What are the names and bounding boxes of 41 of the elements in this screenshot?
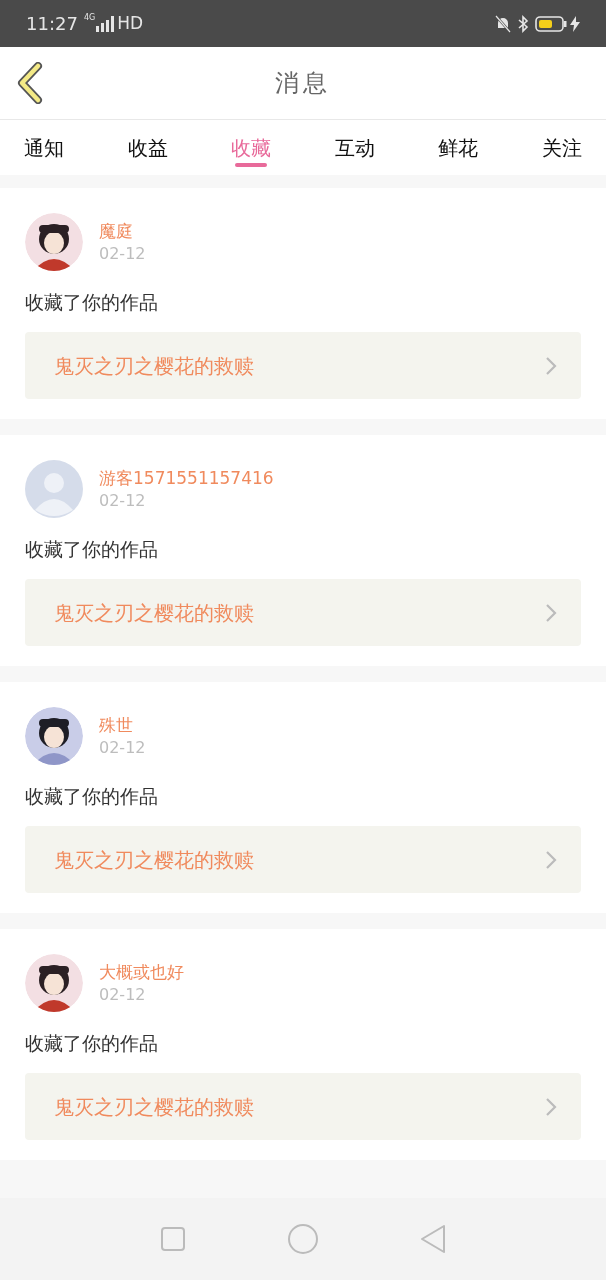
user-name[interactable]: 殊世 (99, 713, 146, 737)
work-link[interactable]: 鬼灭之刃之樱花的救赎 (25, 826, 581, 893)
recent-apps-icon[interactable] (160, 1226, 187, 1252)
battery-icon (535, 14, 567, 33)
tab[interactable]: 鲜花 (438, 120, 479, 175)
user-name[interactable]: 游客1571551157416 (99, 466, 274, 490)
tab[interactable]: 收藏 (231, 120, 272, 175)
tab-indicator (235, 163, 268, 167)
message-date: 02-12 (99, 243, 146, 265)
work-link[interactable]: 鬼灭之刃之樱花的救赎 (25, 1073, 581, 1140)
back-icon (16, 62, 44, 104)
chevron-right-icon (545, 1096, 557, 1117)
message-text: 收藏了你的作品 (25, 290, 159, 315)
default-avatar-icon (25, 460, 83, 518)
charging-icon (570, 15, 580, 32)
user-name[interactable]: 大概或也好 (99, 960, 184, 984)
back-triangle-icon[interactable] (419, 1224, 446, 1254)
home-icon[interactable] (287, 1223, 319, 1255)
tab[interactable]: 收益 (127, 120, 168, 175)
user-name[interactable]: 魔庭 (99, 219, 146, 243)
message-date: 02-12 (99, 984, 147, 1006)
message-text: 收藏了你的作品 (25, 537, 159, 562)
page-title: 消息 (275, 68, 331, 99)
tab[interactable]: 通知 (24, 120, 64, 175)
message-date: 02-12 (99, 490, 147, 512)
message-text: 收藏了你的作品 (25, 1031, 159, 1056)
tab[interactable]: 互动 (334, 120, 375, 175)
bell-off-icon (495, 14, 511, 33)
chevron-right-icon (545, 355, 557, 376)
chevron-right-icon (545, 602, 557, 623)
status-time: 11:27 (26, 12, 78, 36)
network-label: 4G (83, 12, 96, 24)
chevron-right-icon (545, 849, 557, 870)
message-text: 收藏了你的作品 (25, 784, 159, 809)
bluetooth-icon (517, 14, 529, 33)
work-link[interactable]: 鬼灭之刃之樱花的救赎 (25, 332, 581, 399)
signal-icon (96, 15, 115, 32)
work-link[interactable]: 鬼灭之刃之樱花的救赎 (25, 579, 581, 646)
hd-label: HD (117, 11, 144, 35)
tab[interactable]: 关注 (541, 120, 582, 175)
message-date: 02-12 (99, 737, 146, 759)
